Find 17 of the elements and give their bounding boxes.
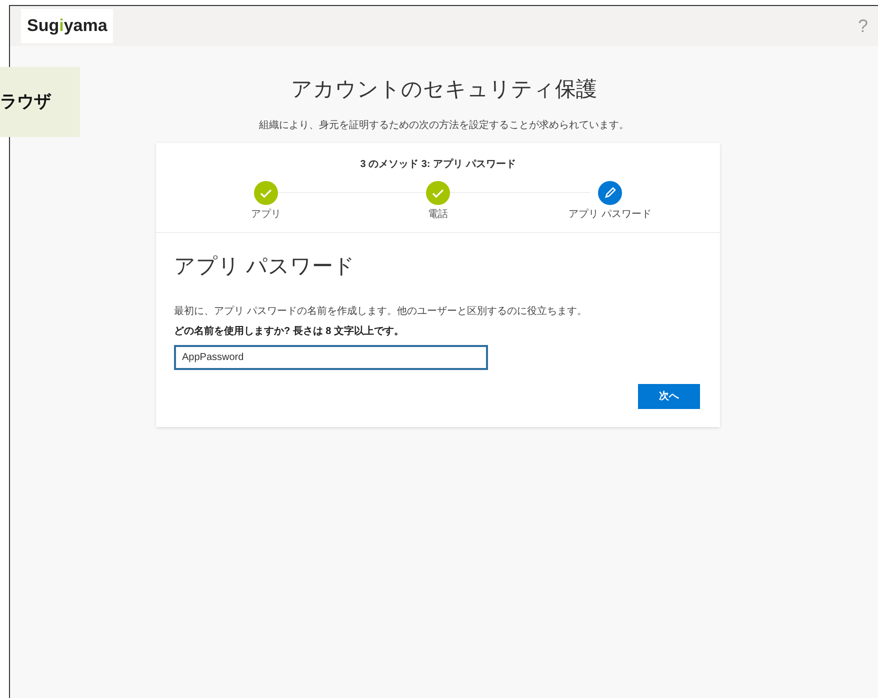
help-button[interactable]: ? [858,12,868,40]
step-label: アプリ [251,208,281,222]
progress-text: 3 のメソッド 3: アプリ パスワード [360,157,516,172]
section-heading: アプリ パスワード [174,254,356,280]
name-input-field[interactable]: AppPassword [174,345,488,370]
checkmark-icon [254,180,278,204]
callout-label: ラウザ [0,67,80,137]
step-label: アプリ パスワード [568,208,652,222]
description: 最初に、アプリ パスワードの名前を作成します。他のユーザーと区別するのに役立ちます。 [174,304,588,319]
subtitle: 組織により、身元を証明するための次の方法を設定することが求められています。 [259,118,629,132]
pencil-icon [598,180,622,204]
next-button[interactable]: 次へ [638,384,700,409]
step-label: 電話 [428,208,448,222]
field-label: どの名前を使用しますか? 長さは 8 文字以上です。 [174,324,406,339]
page-title: アカウントのセキュリティ保護 [291,77,597,103]
checkmark-icon [426,180,450,204]
logo: Sugiyama [21,9,114,43]
